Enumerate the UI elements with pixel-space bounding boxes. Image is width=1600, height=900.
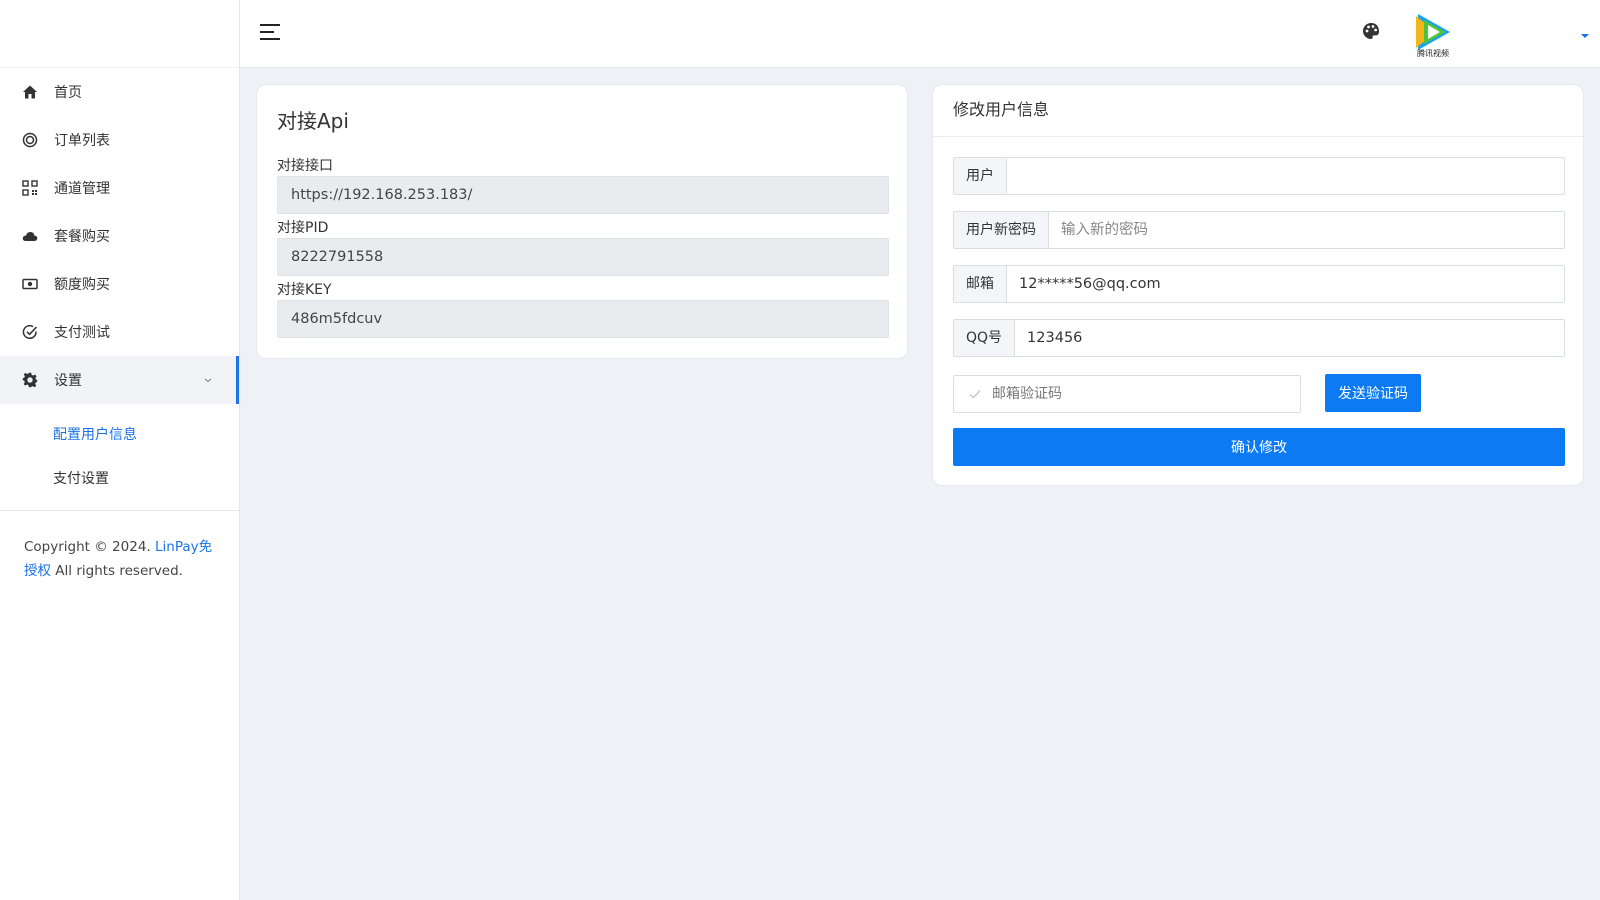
settings-submenu: 配置用户信息 支付设置	[0, 404, 239, 510]
password-group: 用户新密码	[953, 211, 1565, 249]
qq-label: QQ号	[954, 320, 1016, 356]
sidebar-logo-area	[0, 0, 239, 68]
api-key-field[interactable]: 486m5fdcuv	[277, 300, 889, 338]
check-circle-icon	[22, 324, 38, 340]
sidebar-item-label: 设置	[54, 373, 82, 389]
sidebar-item-packages[interactable]: 套餐购买	[0, 212, 239, 260]
sidebar-item-pay-test[interactable]: 支付测试	[0, 308, 239, 356]
user-card-title: 修改用户信息	[933, 85, 1583, 137]
user-info-card: 修改用户信息 用户 用户新密码 邮箱 QQ号 发送验证码 确认修改	[932, 84, 1584, 486]
sidebar-item-label: 首页	[54, 85, 82, 101]
avatar-logo-text: 腾讯视频	[1417, 48, 1449, 58]
gear-icon	[22, 372, 38, 388]
copyright-prefix: Copyright © 2024.	[24, 539, 151, 555]
sidebar-item-label: 额度购买	[54, 277, 110, 293]
money-icon	[22, 276, 38, 292]
email-code-input[interactable]	[992, 386, 1300, 402]
email-group: 邮箱	[953, 265, 1565, 303]
top-bar: 腾讯视频	[240, 0, 1600, 68]
new-password-input[interactable]	[1049, 212, 1564, 248]
avatar[interactable]: 腾讯视频	[1410, 10, 1456, 58]
sidebar-item-label: 套餐购买	[54, 229, 110, 245]
send-code-button[interactable]: 发送验证码	[1325, 374, 1421, 412]
email-label: 邮箱	[954, 266, 1007, 302]
sidebar-item-label: 支付测试	[54, 325, 110, 341]
username-input[interactable]	[1007, 158, 1564, 194]
api-endpoint-label: 对接接口	[277, 158, 333, 174]
username-group: 用户	[953, 157, 1565, 195]
copyright-suffix: All rights reserved.	[55, 563, 183, 579]
chevron-down-icon	[203, 373, 213, 383]
confirm-button[interactable]: 确认修改	[953, 428, 1565, 466]
home-icon	[22, 84, 38, 100]
qrcode-icon	[22, 180, 38, 196]
api-pid-field[interactable]: 8222791558	[277, 238, 889, 276]
submenu-item-user-info[interactable]: 配置用户信息	[0, 412, 239, 456]
api-card: 对接Api 对接接口 https://192.168.253.183/ 对接PI…	[256, 84, 908, 359]
target-icon	[22, 132, 38, 148]
check-icon	[968, 387, 982, 401]
api-pid-label: 对接PID	[277, 220, 329, 236]
username-label: 用户	[954, 158, 1007, 194]
email-code-group	[953, 375, 1301, 413]
palette-icon[interactable]	[1362, 22, 1380, 40]
qq-input[interactable]	[1015, 320, 1564, 356]
sidebar-item-settings[interactable]: 设置	[0, 356, 239, 404]
sidebar-item-channels[interactable]: 通道管理	[0, 164, 239, 212]
qq-group: QQ号	[953, 319, 1565, 357]
user-dropdown-caret-icon[interactable]	[1580, 28, 1590, 38]
email-input[interactable]	[1007, 266, 1564, 302]
submenu-item-pay-settings[interactable]: 支付设置	[0, 456, 239, 500]
api-card-title: 对接Api	[277, 109, 349, 133]
menu-toggle-icon[interactable]	[260, 24, 280, 42]
sidebar-item-orders[interactable]: 订单列表	[0, 116, 239, 164]
api-key-label: 对接KEY	[277, 282, 332, 298]
sidebar-item-label: 通道管理	[54, 181, 110, 197]
sidebar-nav: 首页 订单列表 通道管理 套餐购买 额度购买 支付测试 设置	[0, 68, 239, 404]
api-endpoint-field[interactable]: https://192.168.253.183/	[277, 176, 889, 214]
sidebar-item-label: 订单列表	[54, 133, 110, 149]
password-label: 用户新密码	[954, 212, 1049, 248]
sidebar-item-home[interactable]: 首页	[0, 68, 239, 116]
sidebar: 首页 订单列表 通道管理 套餐购买 额度购买 支付测试 设置 配置用户信息 支付…	[0, 0, 240, 900]
copyright: Copyright © 2024. LinPay免授权 All rights r…	[0, 511, 239, 607]
sidebar-item-quota[interactable]: 额度购买	[0, 260, 239, 308]
cloud-icon	[22, 228, 38, 244]
